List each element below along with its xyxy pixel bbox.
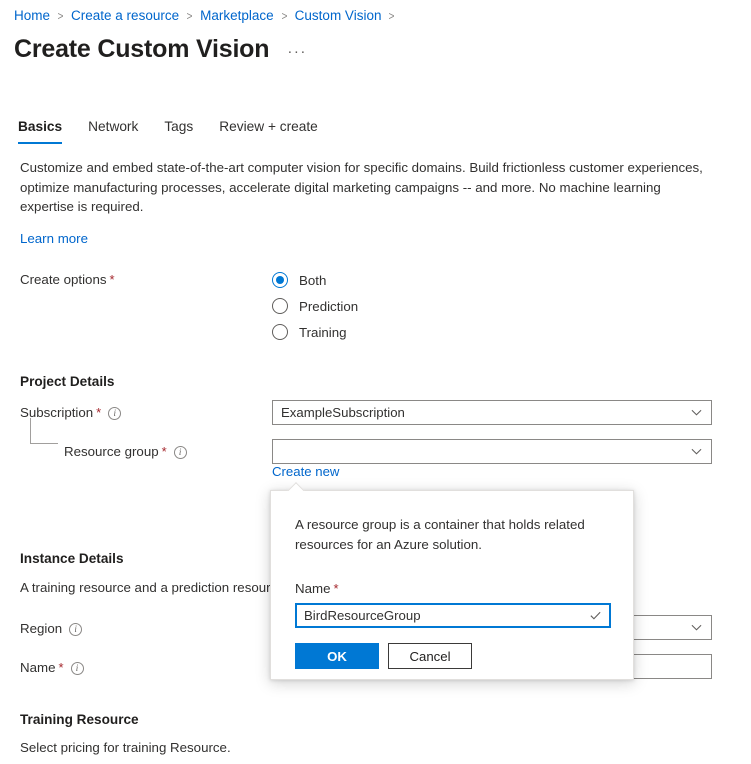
dialog-name-label: Name * — [295, 581, 339, 596]
intro-description: Customize and embed state-of-the-art com… — [20, 160, 703, 214]
tab-network[interactable]: Network — [88, 118, 138, 144]
more-options-icon[interactable]: ··· — [287, 44, 307, 59]
radio-label-both: Both — [299, 272, 327, 288]
subscription-dropdown[interactable]: ExampleSubscription — [272, 400, 712, 425]
section-heading-instance-details: Instance Details — [20, 551, 124, 566]
breadcrumb-separator: > — [186, 9, 193, 23]
training-resource-description: Select pricing for training Resource. — [20, 740, 231, 755]
required-asterisk: * — [109, 272, 115, 287]
radio-option-training[interactable]: Training — [272, 319, 358, 345]
create-options-label: Create options * — [20, 272, 115, 287]
info-icon[interactable]: i — [70, 661, 84, 675]
radio-icon-training[interactable] — [272, 324, 288, 340]
tab-tags[interactable]: Tags — [164, 118, 193, 144]
create-new-resource-group-link[interactable]: Create new — [272, 464, 339, 479]
subscription-value: ExampleSubscription — [281, 405, 405, 420]
breadcrumb-item-home[interactable]: Home — [14, 8, 50, 24]
instance-name-label: Name * i — [20, 659, 84, 677]
tab-bar: Basics Network Tags Review + create — [18, 118, 344, 144]
dialog-name-input[interactable]: BirdResourceGroup — [295, 603, 611, 628]
dialog-buttons: OK Cancel — [295, 643, 609, 669]
radio-option-prediction[interactable]: Prediction — [272, 293, 358, 319]
section-heading-training-resource: Training Resource — [20, 712, 139, 727]
required-asterisk: * — [161, 444, 167, 459]
cancel-button[interactable]: Cancel — [388, 643, 472, 669]
chevron-down-icon — [691, 446, 702, 457]
info-icon[interactable]: i — [173, 445, 187, 459]
indent-connector — [30, 418, 58, 444]
validation-check-icon — [589, 609, 602, 622]
breadcrumb-item-marketplace[interactable]: Marketplace — [200, 8, 274, 24]
required-asterisk: * — [58, 660, 64, 675]
required-asterisk: * — [333, 581, 339, 596]
learn-more-link[interactable]: Learn more — [20, 231, 88, 246]
section-heading-project-details: Project Details — [20, 374, 115, 389]
region-label: Region i — [20, 620, 83, 638]
radio-icon-both[interactable] — [272, 272, 288, 288]
breadcrumb: Home > Create a resource > Marketplace >… — [14, 8, 402, 24]
dialog-body: A resource group is a container that hol… — [271, 491, 633, 669]
required-asterisk: * — [96, 405, 102, 420]
ok-button[interactable]: OK — [295, 643, 379, 669]
radio-label-prediction: Prediction — [299, 298, 359, 314]
chevron-down-icon — [691, 622, 702, 633]
chevron-down-icon — [691, 407, 702, 418]
create-resource-group-dialog: A resource group is a container that hol… — [270, 490, 634, 680]
resource-group-label: Resource group * i — [64, 443, 187, 461]
page-title: Create Custom Vision — [14, 35, 270, 63]
dialog-name-value: BirdResourceGroup — [304, 608, 421, 623]
dialog-description: A resource group is a container that hol… — [295, 517, 585, 552]
tab-basics[interactable]: Basics — [18, 118, 63, 144]
create-options-radio-group: Both Prediction Training — [272, 267, 358, 345]
resource-group-dropdown[interactable] — [272, 439, 712, 464]
breadcrumb-separator: > — [57, 9, 64, 23]
tab-review-create[interactable]: Review + create — [219, 118, 318, 144]
breadcrumb-separator: > — [281, 9, 288, 23]
breadcrumb-separator: > — [388, 9, 395, 23]
breadcrumb-item-create-a-resource[interactable]: Create a resource — [71, 8, 179, 24]
breadcrumb-item-custom-vision[interactable]: Custom Vision — [295, 8, 382, 24]
radio-label-training: Training — [299, 324, 347, 340]
instance-details-description: A training resource and a prediction res… — [20, 580, 278, 595]
radio-option-both[interactable]: Both — [272, 267, 358, 293]
callout-arrow — [287, 482, 305, 491]
title-row: Create Custom Vision ··· — [14, 34, 307, 64]
radio-icon-prediction[interactable] — [272, 298, 288, 314]
create-custom-vision-page: Home > Create a resource > Marketplace >… — [0, 0, 751, 764]
info-icon[interactable]: i — [108, 406, 122, 420]
info-icon[interactable]: i — [69, 622, 83, 636]
